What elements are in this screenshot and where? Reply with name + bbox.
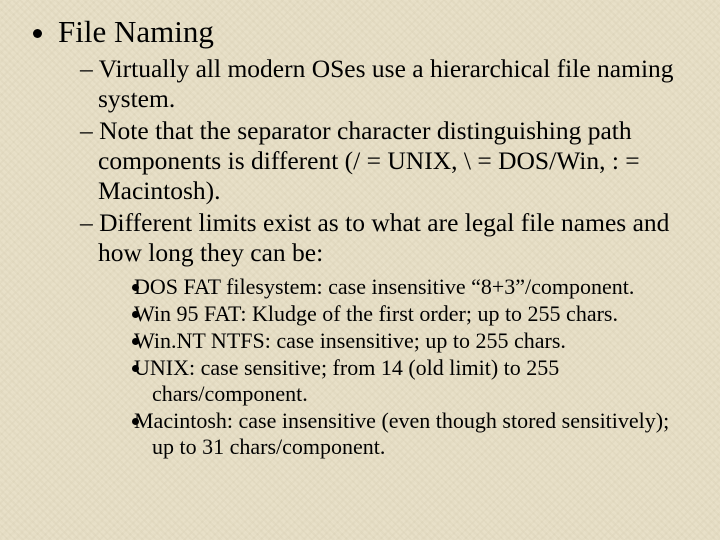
limit-item-4: Macintosh: case insensitive (even though… (152, 408, 690, 460)
limit-text-0: DOS FAT filesystem: case insensitive “8+… (134, 274, 634, 299)
limit-item-3: UNIX: case sensitive; from 14 (old limit… (152, 355, 690, 407)
limit-text-4: Macintosh: case insensitive (even though… (134, 408, 669, 459)
list-level-1: File Naming Virtually all modern OSes us… (30, 14, 690, 460)
sub-text-0: Virtually all modern OSes use a hierarch… (98, 54, 674, 113)
list-level-3: DOS FAT filesystem: case insensitive “8+… (98, 274, 690, 460)
sub-text-1: Note that the separator character distin… (98, 116, 640, 205)
limit-text-3: UNIX: case sensitive; from 14 (old limit… (134, 355, 559, 406)
heading-item: File Naming Virtually all modern OSes us… (58, 14, 690, 460)
heading-text: File Naming (58, 14, 214, 49)
limit-item-2: Win.NT NTFS: case insensitive; up to 255… (152, 328, 690, 354)
slide-body: File Naming Virtually all modern OSes us… (0, 0, 720, 460)
list-level-2: Virtually all modern OSes use a hierarch… (58, 54, 690, 460)
limit-text-1: Win 95 FAT: Kludge of the first order; u… (134, 301, 618, 326)
limit-item-0: DOS FAT filesystem: case insensitive “8+… (152, 274, 690, 300)
sub-item-0: Virtually all modern OSes use a hierarch… (80, 54, 690, 114)
limit-text-2: Win.NT NTFS: case insensitive; up to 255… (134, 328, 566, 353)
sub-text-2: Different limits exist as to what are le… (98, 208, 669, 267)
limit-item-1: Win 95 FAT: Kludge of the first order; u… (152, 301, 690, 327)
sub-item-2: Different limits exist as to what are le… (80, 208, 690, 460)
sub-item-1: Note that the separator character distin… (80, 116, 690, 206)
